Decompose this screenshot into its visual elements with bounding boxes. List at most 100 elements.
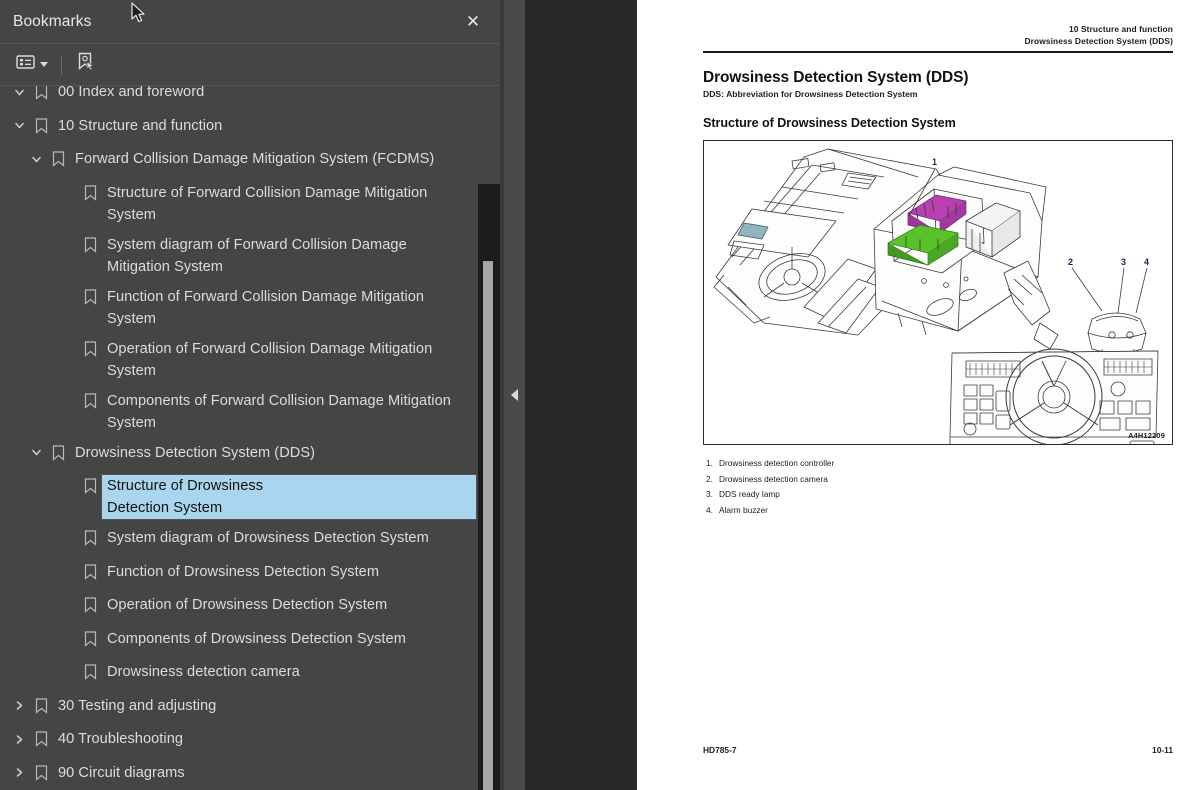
bookmarks-tree-container: 00 Index and foreword 10 Structure and fu… (0, 86, 500, 790)
chevron-down-icon[interactable] (8, 115, 30, 137)
tree-item-label: Components of Drowsiness Detection Syste… (107, 630, 406, 647)
chevron-down-icon[interactable] (25, 442, 47, 464)
chevron-right-icon[interactable] (8, 695, 30, 717)
chevron-right-icon[interactable] (8, 762, 30, 784)
tree-item[interactable]: 10 Structure and function (0, 111, 478, 145)
tree-item[interactable]: Operation of Forward Collision Damage Mi… (0, 334, 478, 386)
tree-item-clipped[interactable]: 00 Index and foreword (0, 86, 478, 111)
tree-item[interactable]: Structure of Forward Collision Damage Mi… (0, 178, 478, 230)
list-options-icon (16, 54, 35, 75)
chevron-down-icon[interactable] (25, 148, 47, 170)
twisty-spacer (57, 527, 79, 549)
tree-item[interactable]: Structure of Drowsiness Detection System (0, 471, 478, 523)
tree-item[interactable]: Components of Drowsiness Detection Syste… (0, 624, 478, 658)
bookmarks-panel: Bookmarks ✕ 00 Index and foreword 10 Str… (0, 0, 500, 790)
tree-item[interactable]: 90 Circuit diagrams (0, 758, 478, 790)
tree-item-label: Forward Collision Damage Mitigation Syst… (75, 151, 435, 167)
bookmark-icon (79, 338, 101, 360)
footer-page-number: 10-11 (1152, 745, 1173, 755)
tree-item[interactable]: Function of Forward Collision Damage Mit… (0, 282, 478, 334)
chevron-left-icon (511, 389, 518, 401)
bookmark-icon (79, 661, 101, 683)
tree-item-label: 10 Structure and function (58, 117, 223, 134)
callout-2: 2 (1068, 257, 1073, 267)
caption-number: 3. (706, 489, 713, 500)
figure-illustration: 1 2 3 4 A4H12209 (703, 140, 1173, 445)
pdf-reader-window: Bookmarks ✕ 00 Index and foreword 10 Str… (0, 0, 1200, 790)
caption-number: 2. (706, 473, 713, 484)
chevron-right-icon[interactable] (8, 728, 30, 750)
tree-item-label: Function of Forward Collision Damage Mit… (107, 288, 425, 327)
new-bookmark-button[interactable] (71, 48, 101, 81)
section-title: Structure of Drowsiness Detection System (703, 116, 956, 130)
header-line-1: 10 Structure and function (1069, 24, 1173, 34)
close-icon[interactable]: ✕ (460, 9, 486, 35)
footer-model-number: HD785-7 (703, 745, 737, 755)
toolbar-divider (61, 54, 62, 75)
figure-code: A4H12209 (1128, 431, 1165, 440)
panel-title: Bookmarks (13, 12, 92, 30)
caption-text: Alarm buzzer (719, 504, 768, 515)
twisty-spacer (57, 594, 79, 616)
tree-item[interactable]: Drowsiness Detection System (DDS) (0, 438, 478, 472)
bookmark-icon (79, 390, 101, 412)
twisty-spacer (57, 561, 79, 583)
tree-item[interactable]: Forward Collision Damage Mitigation Syst… (0, 144, 478, 178)
tree-item-label: Operation of Drowsiness Detection System (107, 597, 388, 613)
bookmark-icon (79, 527, 101, 549)
cab-interior-line-drawing: 1 2 3 4 (713, 148, 1159, 444)
figure-caption-list: 1. Drowsiness detection controller 2. Drows… (703, 456, 1103, 518)
bookmarks-scrollbar[interactable] (478, 184, 500, 790)
bookmark-icon (79, 475, 101, 497)
caption-text: DDS ready lamp (719, 489, 780, 500)
bookmark-icon (30, 115, 52, 137)
collapse-panel-button[interactable] (504, 0, 525, 790)
document-title: Drowsiness Detection System (DDS) (703, 69, 969, 86)
twisty-spacer (57, 628, 79, 650)
tree-item[interactable]: 40 Troubleshooting (0, 724, 478, 758)
tree-item-label: System diagram of Drowsiness Detection S… (107, 530, 429, 546)
tree-item[interactable]: 30 Testing and adjusting (0, 691, 478, 725)
chevron-down-icon (40, 62, 48, 67)
caption-item: 2. Drowsiness detection camera (703, 472, 1103, 488)
tree-item[interactable]: System diagram of Drowsiness Detection S… (0, 523, 478, 557)
caption-item: 1. Drowsiness detection controller (703, 456, 1103, 472)
scrollbar-thumb[interactable] (483, 261, 493, 790)
tree-item-label: Structure of Forward Collision Damage Mi… (107, 184, 428, 223)
tree-item[interactable]: System diagram of Forward Collision Dama… (0, 230, 478, 282)
header-rule (703, 51, 1173, 54)
bookmark-icon (79, 234, 101, 256)
tree-item-label: 90 Circuit diagrams (58, 764, 185, 781)
document-gutter (525, 0, 637, 790)
tree-item-label: Function of Drowsiness Detection System (107, 563, 380, 580)
bookmark-icon (47, 442, 69, 464)
new-bookmark-icon (75, 51, 97, 78)
twisty-spacer (57, 182, 79, 204)
tree-item-label: Drowsiness Detection System (DDS) (75, 444, 316, 461)
twisty-icon[interactable] (8, 86, 30, 103)
bookmark-icon (79, 182, 101, 204)
tree-item[interactable]: Components of Forward Collision Damage M… (0, 386, 478, 438)
tree-item-label: Structure of Drowsiness Detection System (101, 474, 477, 520)
tree-item[interactable]: Function of Drowsiness Detection System (0, 557, 478, 591)
list-options-button[interactable] (12, 51, 52, 78)
callout-4: 4 (1144, 257, 1149, 267)
bookmark-icon (30, 695, 52, 717)
bookmark-icon (30, 762, 52, 784)
document-subtitle: DDS: Abbreviation for Drowsiness Detecti… (703, 89, 918, 99)
caption-number: 1. (706, 458, 713, 468)
bookmark-icon (79, 561, 101, 583)
bookmarks-panel-header: Bookmarks ✕ (0, 0, 500, 44)
callout-1: 1 (932, 157, 937, 167)
twisty-spacer (57, 661, 79, 683)
tree-item-label: Components of Forward Collision Damage M… (107, 392, 451, 431)
bookmark-icon (30, 86, 52, 103)
tree-item[interactable]: Drowsiness detection camera (0, 657, 478, 691)
bookmark-icon (47, 148, 69, 170)
tree-item-label: 00 Index and foreword (58, 86, 205, 100)
tree-item[interactable]: Operation of Drowsiness Detection System (0, 590, 478, 624)
header-line-2: Drowsiness Detection System (DDS) (1024, 35, 1173, 46)
caption-text: Drowsiness detection controller (719, 458, 835, 468)
tree-item-label: System diagram of Forward Collision Dama… (107, 236, 407, 275)
twisty-spacer (57, 338, 79, 360)
